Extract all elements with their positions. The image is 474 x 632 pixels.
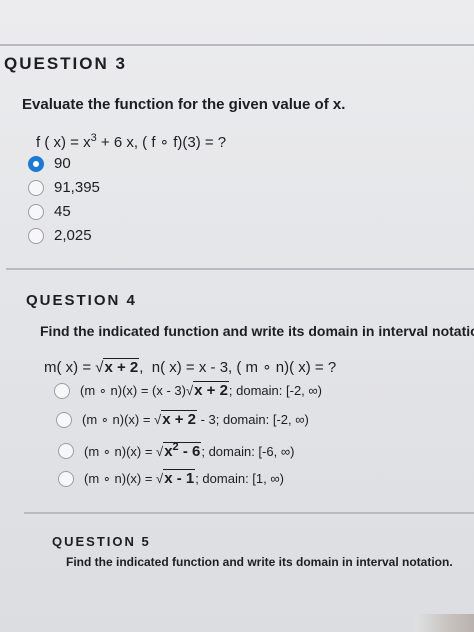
radio-unselected-icon[interactable] [58,442,74,459]
q3-option-2[interactable]: 91,395 [28,179,100,196]
option-label: 90 [54,155,71,172]
divider [0,44,474,46]
q4-option-4[interactable]: (m ∘ n)(x) = √x - 1; domain: [1, ∞) [58,469,284,487]
q3-option-4[interactable]: 2,025 [28,227,92,244]
radio-unselected-icon[interactable] [28,179,44,196]
q3-option-1[interactable]: 90 [28,155,71,172]
decorative-corner [414,614,474,632]
question-3-prompt: f ( x) = x3 + 6 x, ( f ∘ f)(3) = ? [36,132,227,151]
option-label: (m ∘ n)(x) = √x2 - 6; domain: [-6, ∞) [84,441,295,460]
question-4-stem: Find the indicated function and write it… [40,323,474,339]
option-label: (m ∘ n)(x) = (x - 3)√x + 2; domain: [-2,… [80,381,322,399]
option-label: 45 [54,203,71,220]
question-4-prompt: m( x) = √x + 2, n( x) = x - 3, ( m ∘ n)(… [44,358,337,376]
q3-option-3[interactable]: 45 [28,203,71,220]
option-label: (m ∘ n)(x) = √x - 1; domain: [1, ∞) [84,469,284,487]
question-5-title: QUESTION 5 [52,534,151,549]
question-3-title: QUESTION 3 [4,54,127,73]
radio-unselected-icon[interactable] [58,470,74,487]
radio-unselected-icon[interactable] [54,382,70,399]
question-3-stem: Evaluate the function for the given valu… [22,96,346,113]
q4-option-1[interactable]: (m ∘ n)(x) = (x - 3)√x + 2; domain: [-2,… [54,381,322,399]
option-label: 91,395 [54,179,100,196]
quiz-page: QUESTION 3 Evaluate the function for the… [0,0,474,632]
q4-option-3[interactable]: (m ∘ n)(x) = √x2 - 6; domain: [-6, ∞) [58,441,294,460]
option-label: (m ∘ n)(x) = √x + 2 - 3; domain: [-2, ∞) [82,410,309,428]
q4-option-2[interactable]: (m ∘ n)(x) = √x + 2 - 3; domain: [-2, ∞) [56,410,309,428]
radio-selected-icon[interactable] [28,155,44,172]
divider [24,512,474,514]
radio-unselected-icon[interactable] [56,411,72,428]
option-label: 2,025 [54,227,92,244]
question-5-stem: Find the indicated function and write it… [66,555,453,569]
radio-unselected-icon[interactable] [28,203,44,220]
divider [6,268,474,270]
question-4-title: QUESTION 4 [26,292,137,309]
radio-unselected-icon[interactable] [28,227,44,244]
